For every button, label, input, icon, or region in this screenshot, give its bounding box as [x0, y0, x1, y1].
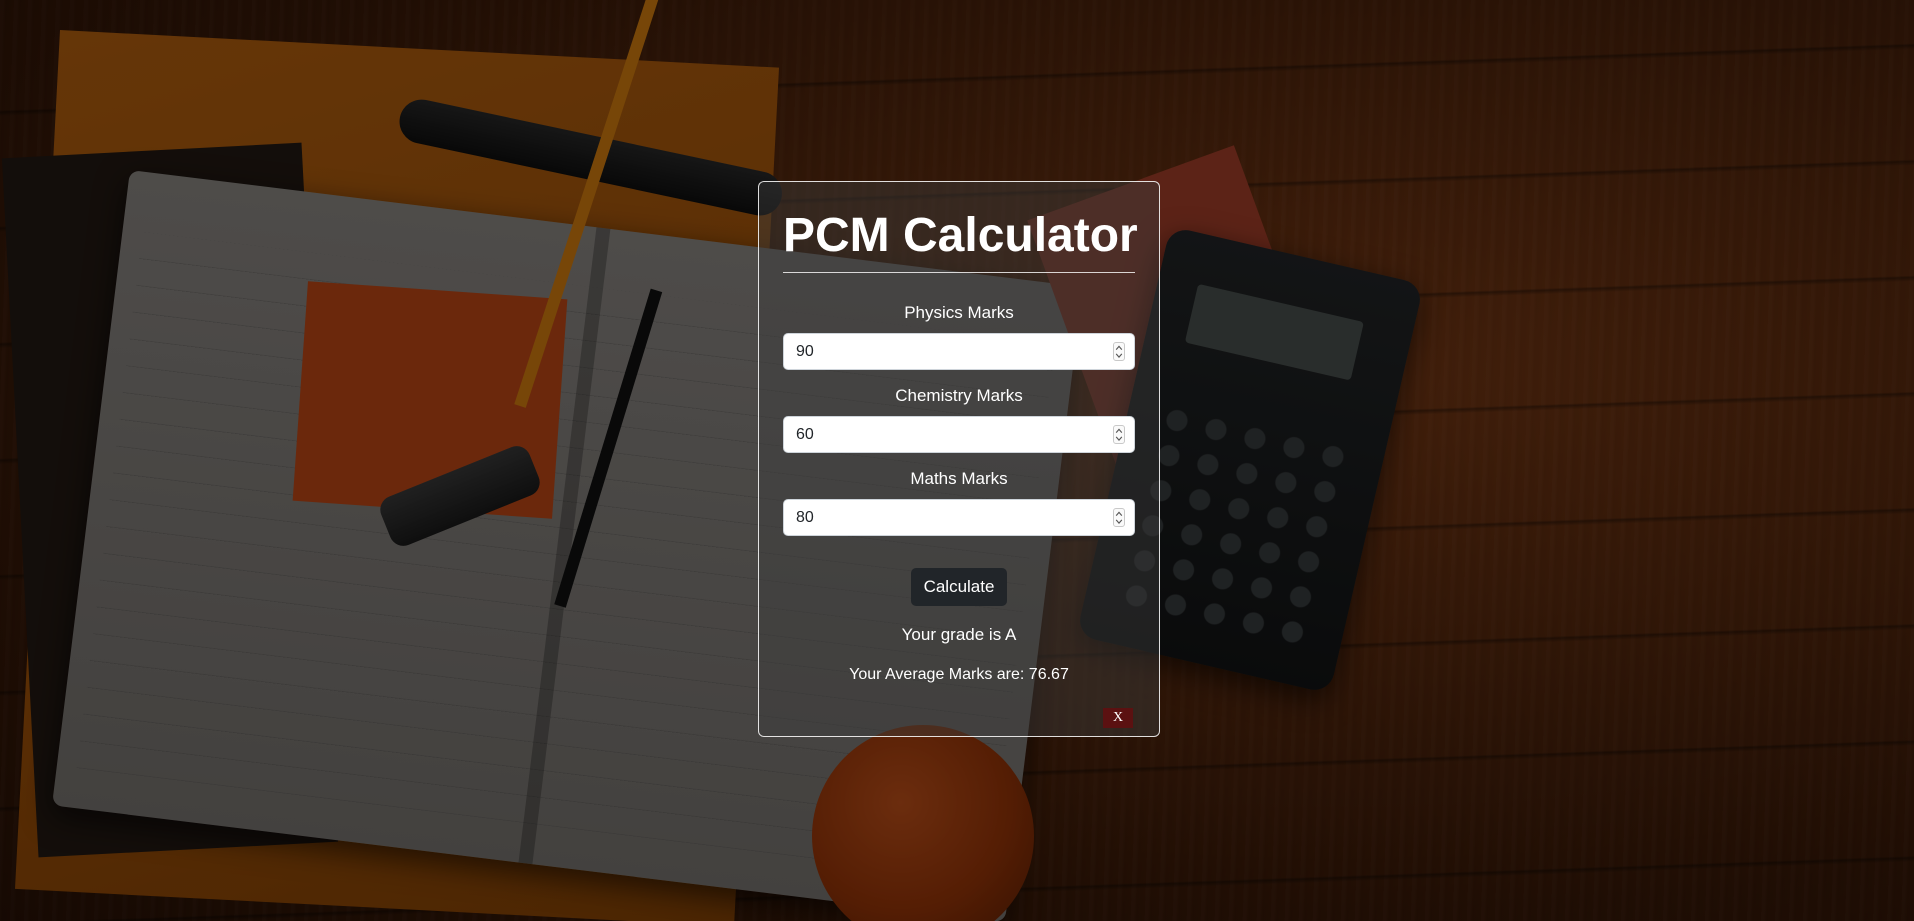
maths-marks-input[interactable] — [783, 499, 1135, 536]
maths-marks-field — [783, 499, 1135, 536]
chevron-up-icon[interactable] — [1114, 510, 1124, 518]
maths-marks-spinner[interactable] — [1113, 508, 1125, 527]
chevron-down-icon[interactable] — [1114, 352, 1124, 360]
chevron-down-icon[interactable] — [1114, 435, 1124, 443]
average-result: Your Average Marks are: 76.67 — [849, 666, 1069, 683]
chevron-up-icon[interactable] — [1114, 427, 1124, 435]
chemistry-marks-label: Chemistry Marks — [895, 386, 1023, 405]
physics-marks-input[interactable] — [783, 333, 1135, 370]
chevron-up-icon[interactable] — [1114, 344, 1124, 352]
physics-marks-spinner[interactable] — [1113, 342, 1125, 361]
physics-marks-field — [783, 333, 1135, 370]
title-divider — [783, 272, 1135, 273]
grade-result: Your grade is A — [901, 625, 1017, 644]
chemistry-marks-spinner[interactable] — [1113, 425, 1125, 444]
page-title: PCM Calculator — [783, 209, 1138, 262]
close-result-button[interactable]: X — [1103, 708, 1133, 728]
pcm-calculator-card: PCM Calculator Physics Marks Chemistry M… — [758, 181, 1160, 737]
chemistry-marks-field — [783, 416, 1135, 453]
maths-marks-label: Maths Marks — [910, 469, 1008, 488]
chevron-down-icon[interactable] — [1114, 518, 1124, 526]
physics-marks-label: Physics Marks — [904, 303, 1014, 322]
calculate-button[interactable]: Calculate — [910, 568, 1008, 606]
chemistry-marks-input[interactable] — [783, 416, 1135, 453]
